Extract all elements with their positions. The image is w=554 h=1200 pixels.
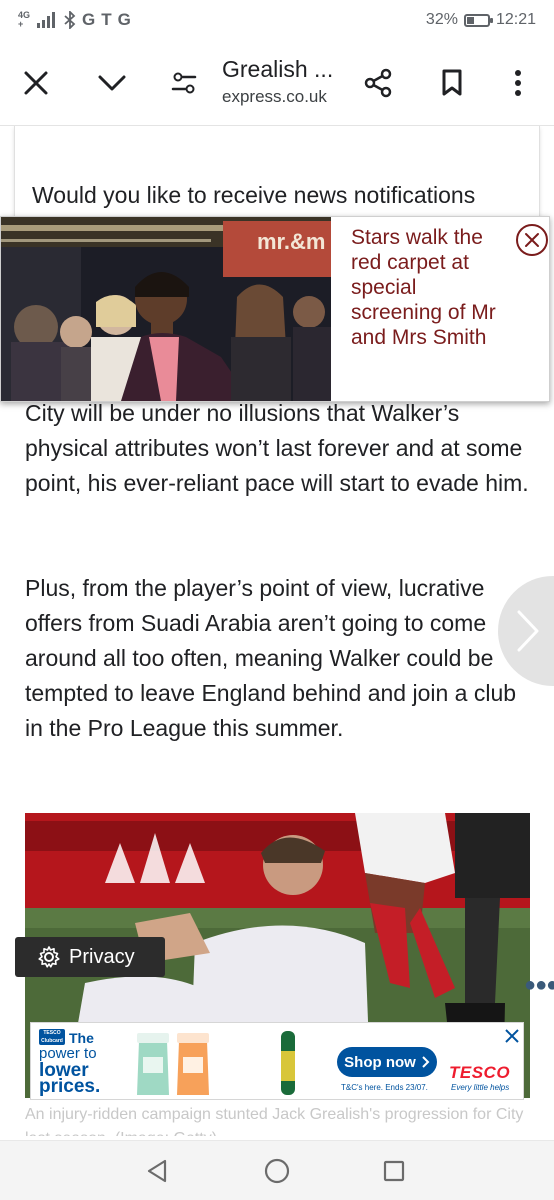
page-title: Grealish ... <box>222 56 334 82</box>
minimize-button[interactable] <box>88 59 136 107</box>
page-settings-button[interactable] <box>160 59 208 107</box>
ad-tagline-line: The <box>69 1030 94 1046</box>
video-thumbnail[interactable]: mr.&m <box>1 217 331 401</box>
tesco-ad-banner[interactable]: TESCO Clubcard The power to lower prices… <box>30 1022 524 1100</box>
clock: 12:21 <box>495 11 536 28</box>
bookmark-button[interactable] <box>428 59 476 107</box>
video-caption[interactable]: Stars walk the red carpet at special scr… <box>351 225 501 350</box>
share-button[interactable] <box>354 59 402 107</box>
status-right: 32% 12:21 <box>426 11 536 29</box>
tesco-tagline: Every little helps <box>451 1083 510 1092</box>
red-carpet-photo: mr.&m <box>1 217 331 401</box>
clubcard-logo: TESCO Clubcard <box>39 1029 65 1045</box>
network-type: 4G + <box>18 11 30 29</box>
bluetooth-icon <box>64 11 76 29</box>
more-options-button[interactable] <box>494 59 542 107</box>
tesco-logo: TESCO <box>449 1063 511 1082</box>
status-app-letter: G <box>82 10 96 29</box>
floating-video-player[interactable]: mr.&m Stars walk the red carpet at speci… <box>0 216 550 402</box>
tune-icon <box>171 72 197 94</box>
article-paragraph: Plus, from the player’s point of view, l… <box>25 575 517 741</box>
back-triangle-icon <box>147 1159 167 1183</box>
status-app-letter: G <box>117 10 131 29</box>
privacy-label: Privacy <box>69 945 135 968</box>
ad-close-button[interactable] <box>505 1027 519 1048</box>
custom-tab-toolbar: Grealish ... express.co.uk <box>0 40 554 126</box>
battery-percent: 32% <box>425 11 458 28</box>
gear-icon <box>38 946 60 968</box>
page-title-area[interactable]: Grealish ... express.co.uk <box>222 56 350 107</box>
ad-options-icon[interactable]: ●●● <box>524 974 554 997</box>
ad-terms[interactable]: T&C's here. Ends 23/07. <box>341 1083 428 1092</box>
product-images <box>137 1031 295 1095</box>
home-circle-icon <box>264 1158 290 1184</box>
close-button[interactable] <box>12 59 60 107</box>
sign-text: mr.&m <box>257 229 325 254</box>
signal-icon <box>37 12 56 28</box>
chevron-down-icon <box>98 75 126 91</box>
battery-icon <box>463 13 493 27</box>
home-button[interactable] <box>260 1155 294 1187</box>
battery-level <box>466 16 474 24</box>
close-icon <box>24 71 48 95</box>
bookmark-icon <box>442 69 462 96</box>
recents-button[interactable] <box>377 1155 411 1187</box>
more-vert-icon <box>515 70 521 96</box>
recents-square-icon <box>383 1160 405 1182</box>
close-icon <box>525 233 539 247</box>
shop-now-button[interactable]: Shop now <box>337 1047 437 1077</box>
back-button[interactable] <box>140 1155 174 1187</box>
system-nav-bar <box>0 1140 554 1200</box>
photo-caption: An injury-ridden campaign stunted Jack G… <box>25 1106 524 1136</box>
article-paragraph: City will be under no illusions that Wal… <box>25 400 529 496</box>
chevron-right-icon <box>422 1056 430 1068</box>
chevron-right-icon <box>517 610 539 652</box>
article-content[interactable]: Would you like to receive news notificat… <box>0 126 554 1136</box>
status-bar: 4G + G T G 32% 12:21 <box>0 0 554 40</box>
shop-now-label: Shop now <box>344 1053 416 1071</box>
video-close-button[interactable] <box>516 224 548 256</box>
status-left: 4G + G T G <box>18 10 131 30</box>
privacy-button[interactable]: Privacy <box>15 937 165 977</box>
page-domain: express.co.uk <box>222 87 327 106</box>
share-icon <box>364 68 392 98</box>
network-bottom: + <box>18 19 24 29</box>
notification-prompt-text: Would you like to receive news notificat… <box>32 182 476 208</box>
close-icon <box>505 1029 519 1043</box>
status-app-letter: T <box>101 10 112 29</box>
ad-tagline-line: prices. <box>39 1076 101 1097</box>
